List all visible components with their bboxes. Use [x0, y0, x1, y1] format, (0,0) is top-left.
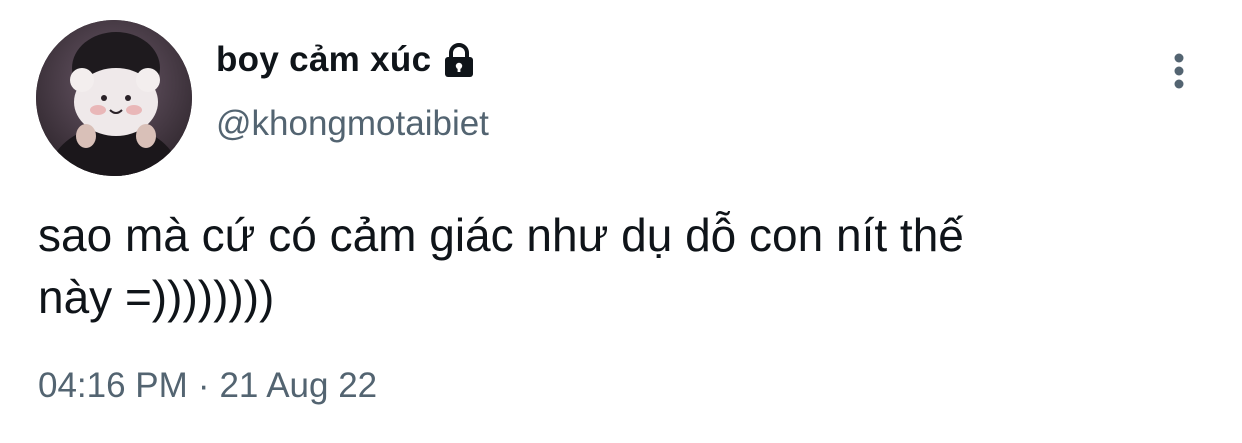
author-row: boy cảm xúc [216, 36, 479, 84]
separator-dot: · [197, 366, 210, 405]
tweet-card: boy cảm xúc @khongmotaibiet sao mà cứ có… [0, 0, 1242, 443]
avatar-image [36, 20, 192, 176]
avatar[interactable] [36, 20, 192, 176]
tweet-text: sao mà cứ có cảm giác như dụ dỗ con nít … [38, 209, 964, 323]
vertical-ellipsis-icon [1174, 53, 1184, 89]
tweet-time: 04:16 PM [38, 366, 188, 405]
more-options-button[interactable] [1158, 50, 1200, 92]
tweet-date: 21 Aug 22 [219, 366, 378, 405]
handle[interactable]: @khongmotaibiet [216, 104, 489, 144]
timestamp[interactable]: 04:16 PM · 21 Aug 22 [38, 366, 377, 406]
display-name[interactable]: boy cảm xúc [216, 40, 431, 80]
lock-icon [439, 40, 479, 80]
